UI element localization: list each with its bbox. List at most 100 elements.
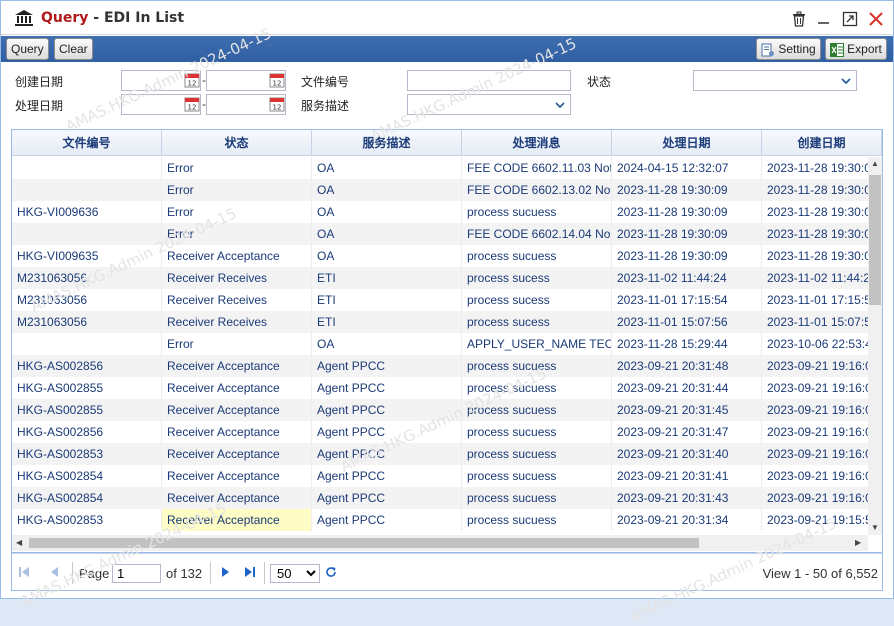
setting-button[interactable]: Setting xyxy=(756,38,821,60)
table-cell: Agent PPCC xyxy=(312,421,462,443)
table-cell: 2023-10-06 22:53:4 xyxy=(762,333,868,355)
maximize-icon[interactable] xyxy=(842,11,858,27)
table-cell: HKG-AS002855 xyxy=(12,377,162,399)
table-cell: 2023-09-21 20:31:43 xyxy=(612,487,762,509)
table-row[interactable]: Error OA APPLY_USER_NAME TEC 2023-11-28 15:… xyxy=(12,333,868,355)
processed-date-label: 处理日期 xyxy=(15,99,64,113)
table-cell: Receiver Acceptance xyxy=(162,443,312,465)
last-page-icon[interactable] xyxy=(243,565,257,579)
table-cell: OA xyxy=(312,201,462,223)
table-cell xyxy=(12,179,162,201)
service-desc-label: 服务描述 xyxy=(301,99,350,113)
page-number-input[interactable] xyxy=(112,564,161,583)
vertical-scrollbar[interactable]: ▲ ▼ xyxy=(868,157,882,535)
table-cell: 2023-11-01 17:15:5 xyxy=(762,289,868,311)
table-cell: HKG-VI009636 xyxy=(12,201,162,223)
table-row[interactable]: M231063056 Receiver Receives ETI process su… xyxy=(12,311,868,333)
service-desc-select[interactable] xyxy=(407,94,571,115)
chevron-down-icon[interactable] xyxy=(551,95,569,114)
table-row[interactable]: HKG-AS002856 Receiver Acceptance Agent PPC… xyxy=(12,421,868,443)
table-row[interactable]: HKG-AS002854 Receiver Acceptance Agent PPC… xyxy=(12,465,868,487)
table-cell: process sucuess xyxy=(462,355,612,377)
table-cell: Receiver Acceptance xyxy=(162,421,312,443)
table-cell: 2023-11-01 15:07:56 xyxy=(612,311,762,333)
chevron-down-icon[interactable] xyxy=(837,71,855,90)
excel-icon xyxy=(830,42,845,57)
export-button[interactable]: Export xyxy=(825,38,887,60)
table-cell: Error xyxy=(162,333,312,355)
table-cell: 2023-11-02 11:44:24 xyxy=(612,267,762,289)
table-row[interactable]: HKG-AS002853 Receiver Acceptance Agent PPC… xyxy=(12,509,868,531)
column-header[interactable]: 创建日期 xyxy=(762,130,882,155)
minimize-icon[interactable] xyxy=(816,11,832,27)
first-page-icon[interactable] xyxy=(17,565,31,579)
pager-separator xyxy=(264,562,265,584)
svg-text:12: 12 xyxy=(273,104,282,112)
table-cell: FEE CODE 6602.13.02 No xyxy=(462,179,612,201)
table-row[interactable]: HKG-AS002854 Receiver Acceptance Agent PPC… xyxy=(12,487,868,509)
table-row[interactable]: HKG-VI009636 Error OA process sucuess 2023-1… xyxy=(12,201,868,223)
scroll-left-icon[interactable]: ◀ xyxy=(16,538,22,547)
horizontal-scroll-thumb[interactable] xyxy=(29,538,699,548)
table-cell: ETI xyxy=(312,289,462,311)
table-cell: process sucuess xyxy=(462,465,612,487)
table-cell: HKG-AS002854 xyxy=(12,487,162,509)
close-icon[interactable] xyxy=(868,11,884,27)
table-row[interactable]: HKG-AS002855 Receiver Acceptance Agent PPC… xyxy=(12,377,868,399)
table-cell: Receiver Receives xyxy=(162,289,312,311)
trash-icon[interactable] xyxy=(791,11,807,27)
table-cell: Agent PPCC xyxy=(312,443,462,465)
table-cell: HKG-VI009635 xyxy=(12,245,162,267)
table-cell: APPLY_USER_NAME TEC xyxy=(462,333,612,355)
status-select[interactable] xyxy=(693,70,857,91)
query-button[interactable]: Query xyxy=(6,38,49,60)
table-row[interactable]: HKG-AS002856 Receiver Acceptance Agent PPC… xyxy=(12,355,868,377)
column-header[interactable]: 文件编号 xyxy=(12,130,162,155)
calendar-icon[interactable]: 12 xyxy=(269,72,285,88)
table-cell: 2023-09-21 19:16:0 xyxy=(762,399,868,421)
calendar-icon[interactable]: 12 xyxy=(184,96,200,112)
column-header[interactable]: 服务描述 xyxy=(312,130,462,155)
calendar-icon[interactable]: 12 xyxy=(269,96,285,112)
window-title: Query - EDI In List xyxy=(41,10,184,26)
export-label: Export xyxy=(847,42,882,56)
table-cell: process sucess xyxy=(462,267,612,289)
table-cell: OA xyxy=(312,333,462,355)
calendar-icon[interactable]: 12 xyxy=(184,72,200,88)
column-header[interactable]: 处理日期 xyxy=(612,130,762,155)
table-cell: 2023-09-21 19:16:0 xyxy=(762,355,868,377)
table-row[interactable]: HKG-VI009635 Receiver Acceptance OA process… xyxy=(12,245,868,267)
table-cell: 2024-04-15 12:32:07 xyxy=(612,157,762,179)
table-cell: Receiver Acceptance xyxy=(162,377,312,399)
scroll-right-icon[interactable]: ▶ xyxy=(855,538,861,547)
prev-page-icon[interactable] xyxy=(48,565,62,579)
table-cell: OA xyxy=(312,223,462,245)
table-cell: ETI xyxy=(312,311,462,333)
table-cell: FEE CODE 6602.14.04 No xyxy=(462,223,612,245)
column-header[interactable]: 处理消息 xyxy=(462,130,612,155)
table-row[interactable]: M231063056 Receiver Receives ETI process su… xyxy=(12,267,868,289)
table-row[interactable]: Error OA FEE CODE 6602.13.02 No 2023-11-28 … xyxy=(12,179,868,201)
table-row[interactable]: Error OA FEE CODE 6602.14.04 No 2023-11-28 … xyxy=(12,223,868,245)
file-no-input[interactable] xyxy=(407,70,571,91)
table-row[interactable]: M231063056 Receiver Receives ETI process su… xyxy=(12,289,868,311)
table-cell: process sucess xyxy=(462,311,612,333)
clear-button[interactable]: Clear xyxy=(54,38,93,60)
table-cell: M231063056 xyxy=(12,267,162,289)
vertical-scroll-thumb[interactable] xyxy=(869,175,881,305)
next-page-icon[interactable] xyxy=(218,565,232,579)
table-cell: Receiver Acceptance xyxy=(162,465,312,487)
refresh-icon[interactable] xyxy=(324,565,338,579)
scroll-up-icon[interactable]: ▲ xyxy=(871,159,879,168)
horizontal-scrollbar[interactable]: ◀ ▶ xyxy=(12,535,868,551)
table-cell: 2023-11-28 19:30:0 xyxy=(762,157,868,179)
table-cell: Receiver Acceptance xyxy=(162,487,312,509)
table-row[interactable]: Error OA FEE CODE 6602.11.03 Not 2024-04-15… xyxy=(12,157,868,179)
scroll-down-icon[interactable]: ▼ xyxy=(871,523,879,532)
column-header[interactable]: 状态 xyxy=(162,130,312,155)
table-row[interactable]: HKG-AS002855 Receiver Acceptance Agent PPC… xyxy=(12,399,868,421)
paging-toolbar: Page of 132 50 View 1 - 50 of 6,552 xyxy=(11,553,883,591)
table-row[interactable]: HKG-AS002853 Receiver Acceptance Agent PPC… xyxy=(12,443,868,465)
page-size-select[interactable]: 50 xyxy=(270,564,320,583)
created-date-label: 创建日期 xyxy=(15,75,64,89)
